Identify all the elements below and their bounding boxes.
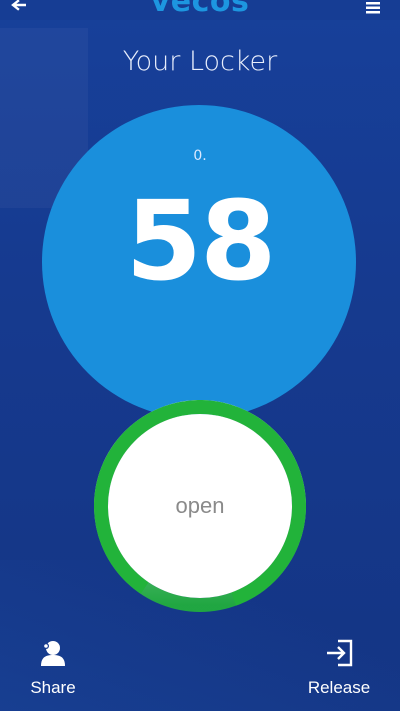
brand-logo: vecos xyxy=(150,0,250,19)
share-label: Share xyxy=(30,678,76,697)
release-label: Release xyxy=(307,678,371,697)
share-button[interactable]: Share xyxy=(8,638,98,698)
open-label: open xyxy=(175,493,225,518)
open-button[interactable]: open xyxy=(108,414,292,598)
hamburger-menu-icon[interactable] xyxy=(366,2,380,14)
page-title: Your Locker xyxy=(122,46,278,77)
share-person-icon xyxy=(41,641,65,666)
exit-door-icon xyxy=(327,639,353,667)
release-button[interactable]: Release xyxy=(294,638,384,698)
locker-prefix: 0. xyxy=(193,148,207,164)
locker-number: 58 xyxy=(125,177,276,305)
